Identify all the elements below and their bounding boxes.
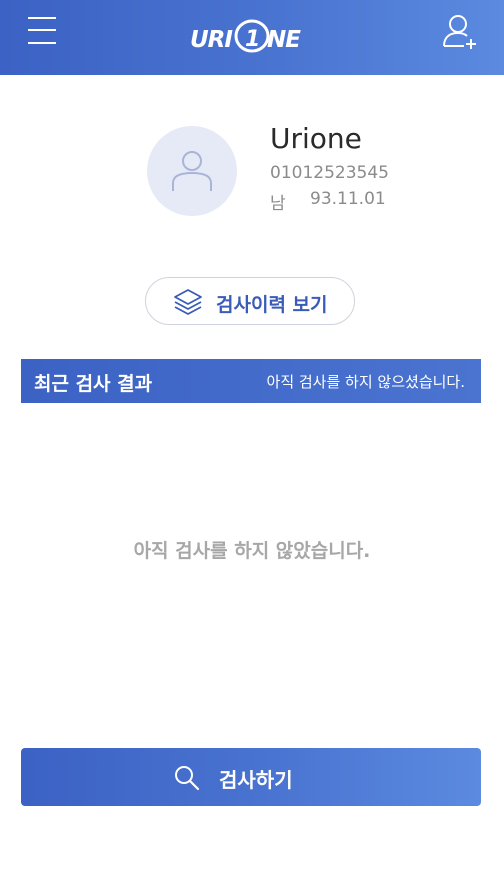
add-user-icon[interactable] <box>440 12 480 52</box>
profile-name: Urione <box>270 122 362 155</box>
view-history-button[interactable]: 검사이력 보기 <box>145 277 355 325</box>
empty-result-message: 아직 검사를 하지 않았습니다. <box>133 540 371 562</box>
profile-phone: 01012523545 <box>270 163 389 183</box>
search-icon <box>175 766 200 791</box>
avatar <box>147 126 237 216</box>
start-test-label: 검사하기 <box>219 768 293 792</box>
layers-icon <box>174 289 202 315</box>
view-history-label: 검사이력 보기 <box>216 294 328 316</box>
recent-result-header: 최근 검사 결과 아직 검사를 하지 않으셨습니다. <box>21 359 481 403</box>
recent-result-title: 최근 검사 결과 <box>34 373 153 395</box>
user-icon <box>172 151 212 191</box>
urione-logo: URI 1 NE <box>190 16 312 54</box>
app-header: URI 1 NE <box>0 0 504 75</box>
hamburger-menu-icon[interactable] <box>26 15 58 47</box>
profile-gender: 남 <box>270 194 286 214</box>
svg-text:URI: URI <box>190 27 233 53</box>
profile-birth: 93.11.01 <box>310 189 386 209</box>
svg-text:1: 1 <box>245 27 259 52</box>
recent-result-status: 아직 검사를 하지 않으셨습니다. <box>266 373 465 391</box>
svg-text:NE: NE <box>267 27 301 53</box>
start-test-button[interactable]: 검사하기 <box>21 748 481 806</box>
